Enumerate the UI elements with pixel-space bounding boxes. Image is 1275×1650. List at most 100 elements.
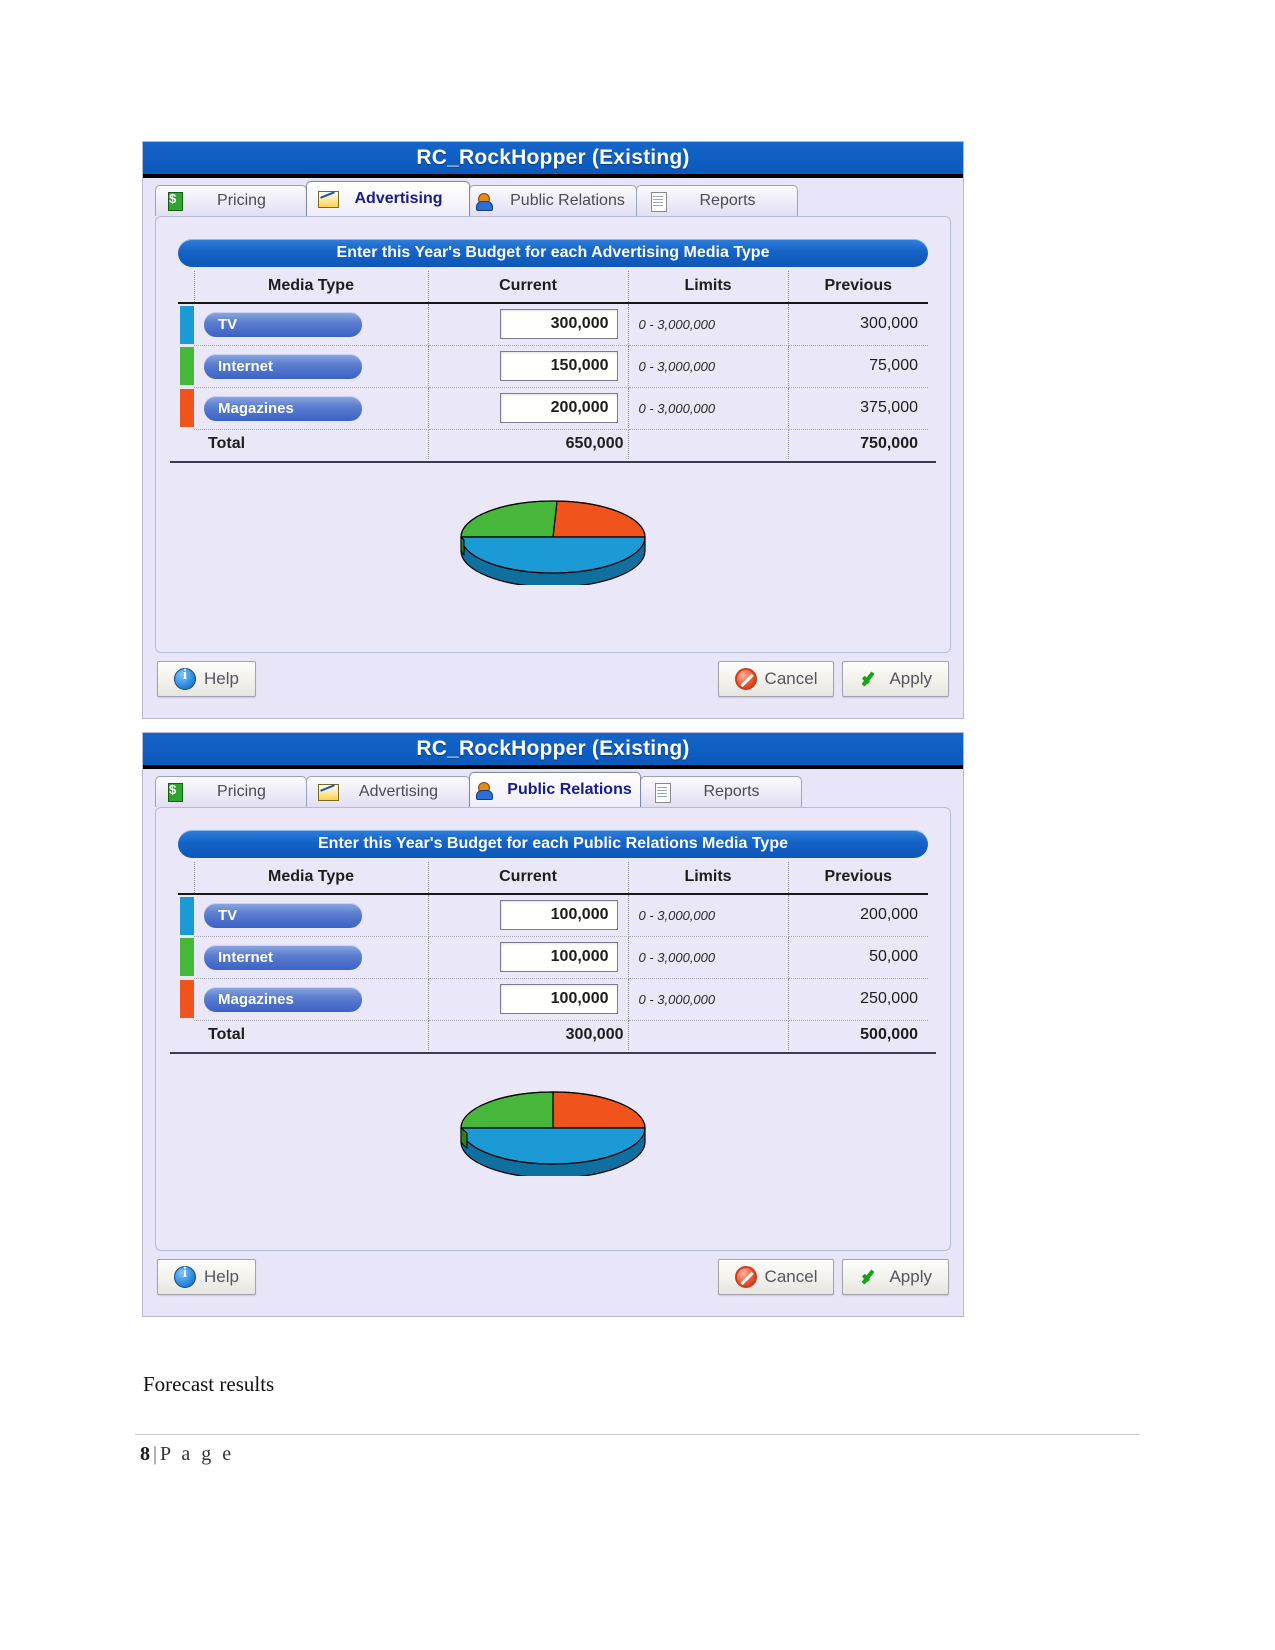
info-icon: [174, 1265, 196, 1288]
checkmark-icon: [859, 668, 881, 690]
tab-pricing[interactable]: Pricing: [155, 776, 307, 807]
current-input-magazines[interactable]: 100,000: [499, 984, 618, 1014]
public-relations-icon: [476, 191, 498, 211]
dialog-title: RC_RockHopper (Existing): [143, 733, 963, 769]
tab-label: Pricing: [217, 783, 266, 800]
caption-forecast-results: Forecast results: [143, 1372, 275, 1396]
media-pill-magazines: Magazines: [204, 395, 362, 421]
media-cell: Internet: [194, 936, 429, 979]
help-button[interactable]: Help: [157, 1259, 256, 1295]
cancel-button[interactable]: Cancel: [717, 1259, 835, 1295]
tab-reports[interactable]: Reports: [640, 776, 802, 807]
previous-magazines: 250,000: [788, 978, 928, 1021]
current-input-magazines[interactable]: 200,000: [499, 393, 618, 423]
tab-advertising[interactable]: Advertising: [306, 181, 470, 216]
tab-label: Reports: [703, 783, 760, 800]
color-swatch-header: [178, 271, 195, 304]
apply-button[interactable]: Apply: [842, 661, 949, 697]
budget-banner: Enter this Year's Budget for each Advert…: [178, 239, 928, 267]
tab-label: Advertising: [358, 783, 439, 800]
apply-button[interactable]: Apply: [842, 1259, 949, 1295]
current-cell: 100,000: [428, 894, 629, 937]
table-header-row: Media Type Current Limits Previous: [178, 862, 928, 895]
page-word: P a g e: [160, 1443, 235, 1465]
swatch-spacer: [178, 429, 194, 459]
media-cell: TV: [194, 303, 429, 346]
current-input-tv[interactable]: 100,000: [499, 900, 618, 931]
budget-table: Media Type Current Limits Previous TV 30…: [178, 271, 928, 459]
pie-chart-advertising: [460, 500, 646, 585]
tab-advertising[interactable]: Advertising: [306, 776, 470, 807]
media-cell: TV: [194, 894, 429, 937]
document-page: RC_RockHopper (Existing) Pricing Adverti…: [0, 0, 1275, 1650]
media-pill-internet: Internet: [204, 944, 362, 970]
tab-label: Pricing: [217, 192, 266, 209]
total-limits-empty: [628, 1020, 789, 1050]
checkmark-icon: [859, 1266, 881, 1288]
footer-divider: [135, 1434, 1140, 1435]
swatch-tv: [180, 305, 194, 344]
cancel-label: Cancel: [764, 669, 818, 688]
col-limits: Limits: [628, 862, 789, 895]
dialog-footer-public-relations: Help Cancel Apply: [143, 1251, 963, 1305]
color-swatch-cell: [178, 894, 194, 936]
swatch-internet: [180, 938, 194, 976]
pricing-icon: [166, 782, 188, 802]
tab-reports[interactable]: Reports: [636, 185, 798, 216]
tab-public-relations[interactable]: Public Relations: [469, 185, 637, 216]
current-input-internet[interactable]: 150,000: [499, 351, 618, 381]
limits-magazines: 0 - 3,000,000: [628, 978, 789, 1021]
col-media-type: Media Type: [194, 271, 429, 304]
color-swatch-cell: [178, 978, 194, 1020]
table-total-row: Total 650,000 750,000: [178, 429, 928, 459]
previous-internet: 50,000: [788, 936, 928, 979]
total-label: Total: [194, 1020, 429, 1050]
col-limits: Limits: [628, 271, 789, 304]
report-document-icon: [647, 191, 669, 212]
help-button[interactable]: Help: [157, 661, 256, 697]
page-number: 8: [140, 1443, 150, 1465]
cancel-button[interactable]: Cancel: [717, 661, 835, 697]
advertising-chart-icon: [317, 189, 339, 209]
help-label: Help: [204, 669, 239, 688]
current-input-internet[interactable]: 100,000: [499, 942, 618, 972]
previous-magazines: 375,000: [788, 387, 928, 430]
col-media-type: Media Type: [194, 862, 429, 895]
table-row: TV 100,000 0 - 3,000,000 200,000: [178, 894, 928, 937]
pricing-icon: [166, 191, 188, 211]
tab-pricing[interactable]: Pricing: [155, 185, 307, 216]
current-cell: 100,000: [428, 978, 629, 1021]
media-pill-tv: TV: [204, 902, 362, 928]
color-swatch-cell: [178, 936, 194, 978]
swatch-tv: [180, 896, 194, 935]
swatch-internet: [180, 347, 194, 385]
limits-internet: 0 - 3,000,000: [628, 345, 789, 388]
cancel-label: Cancel: [764, 1267, 818, 1286]
tab-public-relations[interactable]: Public Relations: [469, 772, 641, 807]
table-total-row: Total 300,000 500,000: [178, 1020, 928, 1050]
tab-label: Public Relations: [510, 192, 625, 209]
page-footer: 8 | P a g e: [140, 1443, 234, 1466]
limits-tv: 0 - 3,000,000: [628, 894, 789, 937]
budget-banner: Enter this Year's Budget for each Public…: [178, 830, 928, 858]
total-current: 300,000: [428, 1020, 629, 1050]
swatch-magazines: [180, 980, 194, 1018]
media-pill-tv: TV: [204, 311, 362, 337]
pie-chart-public-relations: [460, 1091, 646, 1176]
budget-table: Media Type Current Limits Previous TV 10…: [178, 862, 928, 1050]
col-current: Current: [428, 862, 629, 895]
panel-body: Enter this Year's Budget for each Advert…: [155, 216, 951, 653]
limits-magazines: 0 - 3,000,000: [628, 387, 789, 430]
total-previous: 750,000: [860, 435, 918, 453]
report-document-icon: [651, 782, 673, 803]
tab-label: Reports: [699, 192, 756, 209]
col-current: Current: [428, 271, 629, 304]
current-cell: 150,000: [428, 345, 629, 388]
current-input-tv[interactable]: 300,000: [499, 309, 618, 340]
budget-table-wrap: Media Type Current Limits Previous TV 30…: [170, 271, 936, 463]
info-icon: [174, 667, 196, 690]
tab-strip: Pricing Advertising Public Relations Rep…: [143, 178, 963, 216]
previous-tv: 300,000: [788, 303, 928, 346]
limits-internet: 0 - 3,000,000: [628, 936, 789, 979]
tab-label: Advertising: [354, 190, 443, 207]
